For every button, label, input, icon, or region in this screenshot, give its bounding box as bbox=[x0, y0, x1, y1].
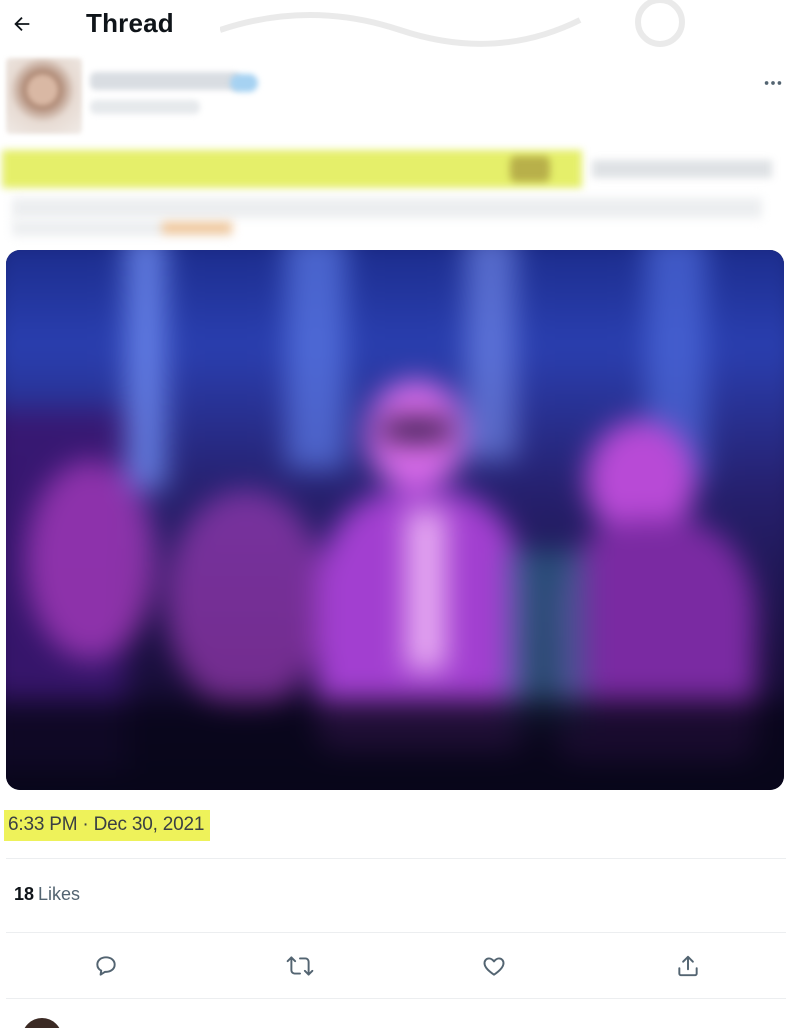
tweet-author[interactable] bbox=[4, 54, 262, 138]
verified-badge-icon bbox=[230, 74, 258, 92]
likes-summary[interactable]: 18 Likes bbox=[14, 884, 80, 905]
thread-page: Thread 6:33 PM · Dec 30, 2021 18 Likes bbox=[0, 0, 786, 1028]
avatar[interactable] bbox=[6, 58, 82, 134]
thread-header: Thread bbox=[0, 0, 786, 50]
arrow-left-icon bbox=[14, 16, 30, 32]
highlighted-text-redacted bbox=[2, 150, 582, 188]
tweet-timestamp[interactable]: 6:33 PM · Dec 30, 2021 bbox=[4, 810, 211, 841]
reply-avatar[interactable] bbox=[22, 1018, 62, 1028]
emoji-redacted bbox=[510, 156, 550, 182]
page-title: Thread bbox=[86, 8, 174, 38]
likes-count: 18 bbox=[14, 884, 35, 904]
tweet-text-redacted bbox=[2, 150, 782, 242]
more-horizontal-icon bbox=[764, 81, 782, 85]
retweet-icon bbox=[286, 956, 314, 976]
back-button[interactable] bbox=[10, 12, 34, 36]
more-button[interactable] bbox=[760, 70, 786, 96]
author-name-redacted bbox=[90, 72, 240, 90]
divider bbox=[6, 858, 786, 859]
reply-button[interactable] bbox=[88, 948, 124, 984]
retweet-button[interactable] bbox=[282, 948, 318, 984]
likes-label: Likes bbox=[38, 884, 81, 904]
like-icon bbox=[483, 957, 505, 976]
share-icon bbox=[678, 955, 698, 977]
hashtag-redacted bbox=[162, 222, 232, 234]
text-line-redacted bbox=[592, 160, 772, 178]
reply-icon bbox=[96, 956, 116, 976]
author-handle-redacted bbox=[90, 100, 200, 114]
tweet-photo[interactable] bbox=[6, 250, 784, 790]
divider bbox=[6, 932, 786, 933]
header-decoration bbox=[220, 0, 685, 47]
blurred-photo-content bbox=[6, 250, 784, 790]
share-button[interactable] bbox=[670, 948, 706, 984]
divider bbox=[6, 998, 786, 999]
like-button[interactable] bbox=[476, 948, 512, 984]
text-line-redacted bbox=[12, 198, 762, 218]
tweet-actions bbox=[0, 940, 786, 992]
text-line-redacted bbox=[12, 220, 232, 236]
